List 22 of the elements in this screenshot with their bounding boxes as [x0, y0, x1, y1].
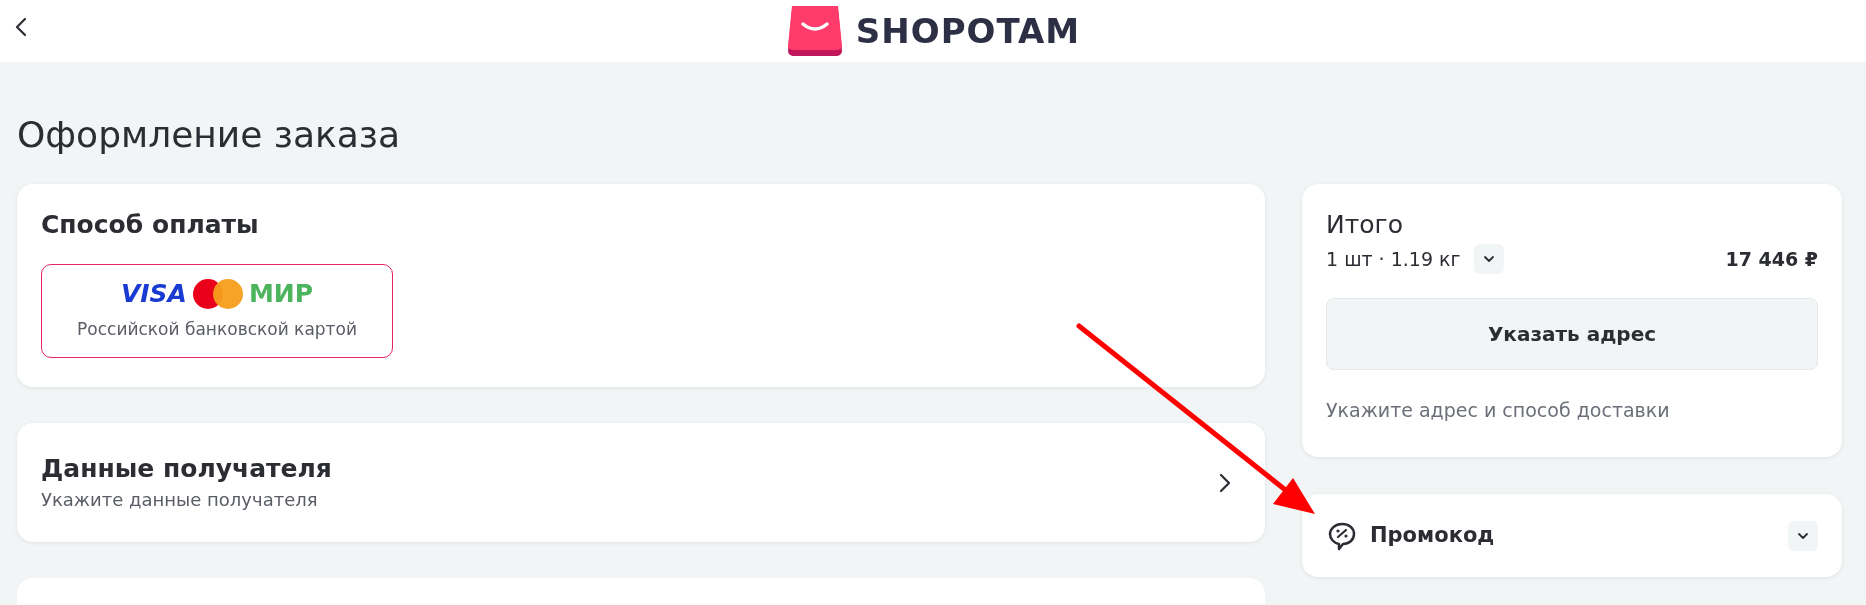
address-button[interactable]: Указать адрес	[1326, 298, 1818, 370]
logo-text: SHOPOTAM	[855, 9, 1081, 53]
mastercard-icon	[192, 278, 243, 309]
section-subtitle: Укажите данные получателя	[41, 488, 319, 512]
section-title: Способ оплаты	[41, 209, 260, 241]
back-icon	[15, 17, 27, 37]
logo-icon	[785, 6, 844, 56]
payment-option[interactable]: VISA МИР Российской банковской картой	[41, 263, 393, 358]
section-title: Данные получателя	[41, 453, 332, 485]
expand-button[interactable]	[1473, 244, 1504, 274]
order-details: 1 шт · 1.19 кг	[1326, 246, 1461, 272]
summary-title: Итого	[1326, 210, 1404, 240]
delivery-hint: Укажите адрес и способ доставки	[1326, 398, 1671, 423]
promo-title: Промокод	[1370, 521, 1495, 549]
visa-logo: VISA	[120, 281, 187, 307]
promo-expand-button[interactable]	[1788, 520, 1818, 551]
recipient-card[interactable]: Данные получателя Укажите данные получателя	[17, 423, 1265, 542]
mir-logo: МИР	[248, 281, 314, 307]
order-total: 17 446 ₽	[1725, 246, 1818, 272]
chevron-right-icon	[1219, 472, 1231, 493]
page-title: Оформление заказа	[17, 113, 402, 157]
promo-card[interactable]: Промокод	[1302, 494, 1842, 577]
